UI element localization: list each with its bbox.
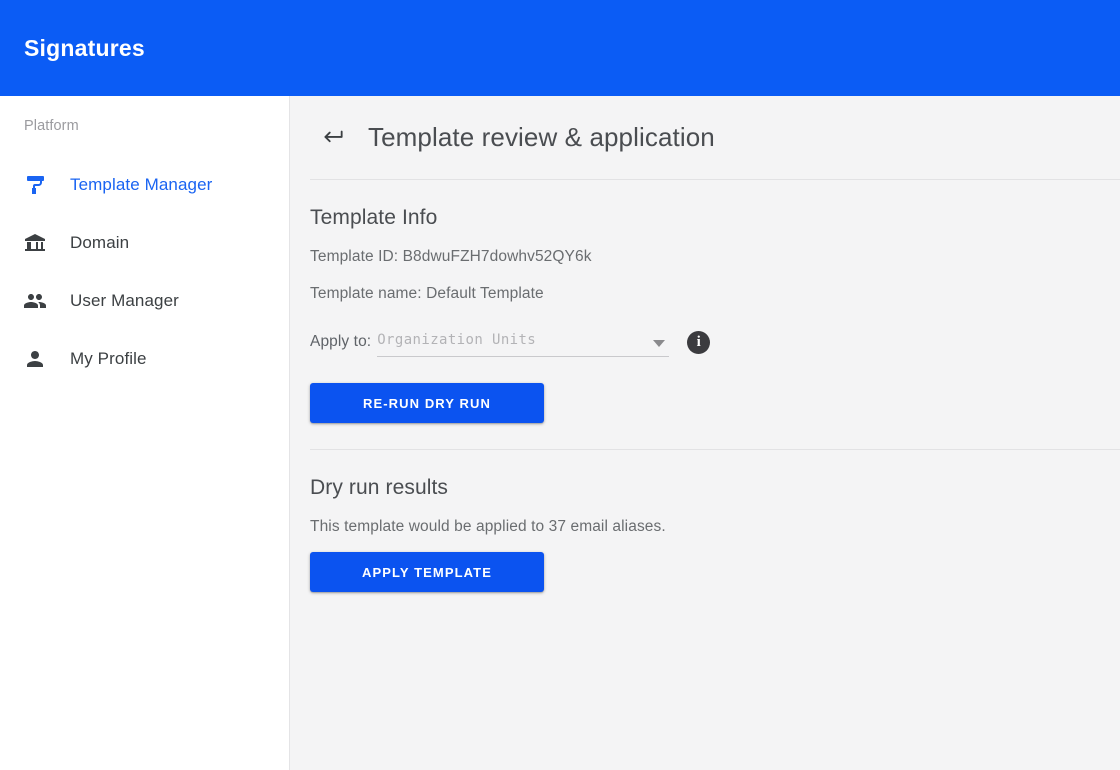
people-icon bbox=[22, 288, 48, 314]
sidebar-item-label: Template Manager bbox=[70, 175, 213, 194]
sidebar-nav: Template Manager Domain User Manager My … bbox=[0, 156, 289, 388]
main-content: Template review & application Template I… bbox=[290, 96, 1120, 770]
apply-template-button[interactable]: APPLY TEMPLATE bbox=[310, 552, 544, 592]
content-header: Template review & application bbox=[290, 96, 1120, 179]
apply-to-row: Apply to: Organization Units i bbox=[310, 327, 1100, 357]
sidebar-item-template-manager[interactable]: Template Manager bbox=[0, 156, 289, 214]
sidebar-item-user-manager[interactable]: User Manager bbox=[0, 272, 289, 330]
sidebar-item-my-profile[interactable]: My Profile bbox=[0, 330, 289, 388]
sidebar-item-label: My Profile bbox=[70, 349, 147, 368]
template-info-section: Template Info Template ID: B8dwuFZH7dowh… bbox=[290, 180, 1120, 449]
bank-icon bbox=[22, 230, 48, 256]
template-id-text: Template ID: B8dwuFZH7dowhv52QY6k bbox=[310, 248, 592, 265]
page-title: Template review & application bbox=[368, 122, 715, 152]
rerun-dry-run-button[interactable]: RE-RUN DRY RUN bbox=[310, 383, 544, 423]
info-icon[interactable]: i bbox=[687, 330, 711, 354]
apply-to-label: Apply to: bbox=[310, 333, 372, 350]
template-name-text: Template name: Default Template bbox=[310, 285, 544, 302]
sidebar-item-label: Domain bbox=[70, 233, 130, 252]
sidebar: Platform Template Manager Domain User Ma… bbox=[0, 96, 290, 770]
back-return-arrow-icon[interactable] bbox=[312, 117, 354, 159]
paint-roller-icon bbox=[22, 172, 48, 198]
app-root: Signatures Platform Template Manager Dom… bbox=[0, 0, 1120, 770]
rerun-dry-run-row: RE-RUN DRY RUN bbox=[310, 383, 1100, 423]
dry-run-summary-text: This template would be applied to 37 ema… bbox=[310, 518, 666, 535]
app-body: Platform Template Manager Domain User Ma… bbox=[0, 96, 1120, 770]
dry-run-results-section: Dry run results This template would be a… bbox=[290, 450, 1120, 592]
sidebar-item-domain[interactable]: Domain bbox=[0, 214, 289, 272]
app-title: Signatures bbox=[24, 34, 145, 61]
dry-run-results-title: Dry run results bbox=[310, 476, 449, 499]
template-info-title: Template Info bbox=[310, 206, 438, 229]
app-header-bar: Signatures bbox=[0, 0, 1120, 96]
chevron-down-icon bbox=[653, 340, 666, 347]
person-icon bbox=[22, 346, 48, 372]
sidebar-section-label: Platform bbox=[24, 118, 79, 134]
apply-to-select[interactable]: Organization Units bbox=[377, 327, 670, 357]
apply-template-row: APPLY TEMPLATE bbox=[310, 552, 1100, 592]
apply-to-select-value: Organization Units bbox=[377, 331, 537, 348]
sidebar-item-label: User Manager bbox=[70, 291, 179, 310]
